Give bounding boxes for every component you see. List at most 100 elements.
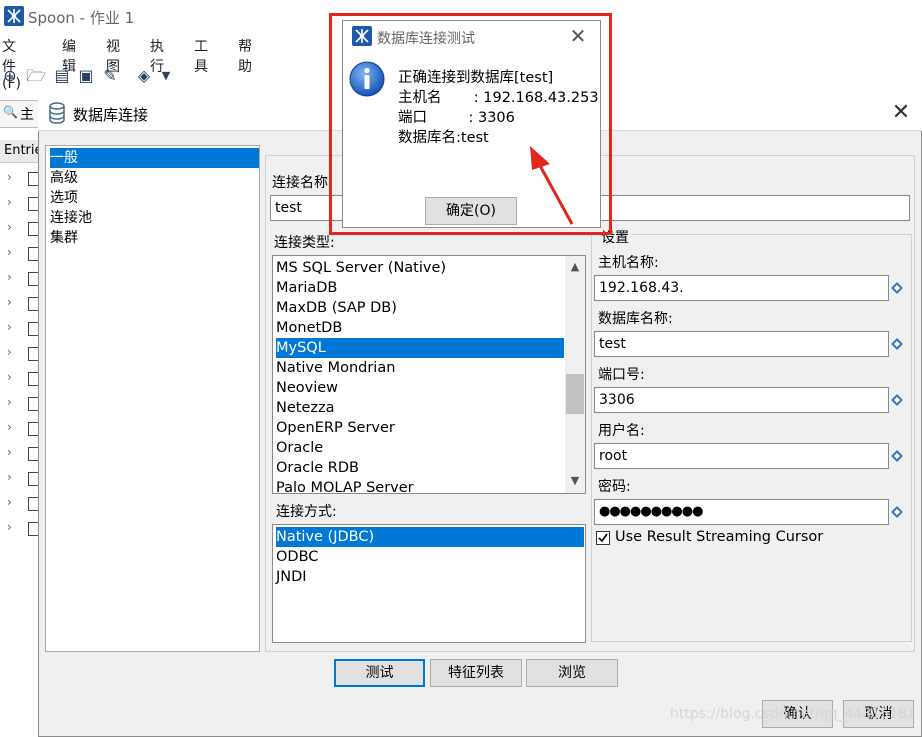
streaming-label: Use Result Streaming Cursor [615, 529, 824, 545]
menu-tools[interactable]: 工具 [194, 36, 208, 76]
explore-repository-icon[interactable]: ▤ [52, 66, 72, 86]
folder-icon [28, 522, 38, 536]
spoon-app-icon [4, 6, 24, 26]
expand-arrow-icon[interactable]: › [7, 420, 12, 434]
expand-arrow-icon[interactable]: › [7, 520, 12, 534]
expand-arrow-icon[interactable]: › [7, 295, 12, 309]
window-title: Spoon - 作业 1 [28, 9, 135, 27]
variable-diamond-icon[interactable] [891, 506, 903, 518]
test-button[interactable]: 测试 [334, 659, 425, 687]
dbname-label: 数据库名称: [598, 311, 673, 327]
category-item-general[interactable]: 一般 [50, 148, 259, 168]
folder-icon [28, 372, 38, 386]
expand-arrow-icon[interactable]: › [7, 395, 12, 409]
main-tree-tab[interactable]: 🔍 主 [0, 100, 39, 128]
chevron-down-icon[interactable]: ▼ [156, 66, 176, 86]
expand-arrow-icon[interactable]: › [7, 370, 12, 384]
list-item[interactable]: OpenERP Server [276, 418, 564, 438]
list-item-selected[interactable]: MySQL [276, 338, 564, 358]
host-input[interactable]: 192.168.43. [594, 275, 889, 301]
folder-icon [28, 197, 38, 211]
variable-diamond-icon[interactable] [891, 338, 903, 350]
expand-arrow-icon[interactable]: › [7, 470, 12, 484]
expand-arrow-icon[interactable]: › [7, 345, 12, 359]
feature-list-button[interactable]: 特征列表 [430, 659, 522, 687]
annotation-arrow-icon [530, 146, 574, 225]
list-item[interactable]: Oracle RDB [276, 458, 564, 478]
folder-icon [28, 347, 38, 361]
save-icon[interactable]: ▣ [76, 66, 96, 86]
list-item[interactable]: MS SQL Server (Native) [276, 258, 564, 278]
access-label: 连接方式: [276, 504, 337, 520]
dbname-input[interactable]: test [594, 331, 889, 357]
database-icon [48, 102, 68, 124]
expand-arrow-icon[interactable]: › [7, 245, 12, 259]
explore-button[interactable]: 浏览 [526, 659, 618, 687]
main-tree-tab-label: 主 [20, 107, 34, 123]
category-item-clustering[interactable]: 集群 [50, 228, 259, 248]
expand-arrow-icon[interactable]: › [7, 170, 12, 184]
host-label: 主机名称: [598, 255, 659, 271]
entries-tree: › › › › › › › › › › › › › › › [0, 168, 40, 548]
connection-type-label: 连接类型: [274, 235, 335, 251]
list-item-selected[interactable]: Native (JDBC) [276, 527, 584, 547]
scroll-down-icon[interactable]: ▼ [566, 472, 584, 490]
port-input[interactable]: 3306 [594, 387, 889, 413]
folder-icon [28, 447, 38, 461]
variable-diamond-icon[interactable] [891, 394, 903, 406]
folder-icon [28, 247, 38, 261]
list-item[interactable]: MaxDB (SAP DB) [276, 298, 564, 318]
watermark-text: https://blog.csdn.net/qq_44815181 [670, 706, 916, 722]
connection-name-label: 连接名称: [272, 175, 333, 191]
close-icon[interactable]: ✕ [888, 100, 914, 126]
folder-icon [28, 172, 38, 186]
expand-arrow-icon[interactable]: › [7, 495, 12, 509]
folder-icon [28, 322, 38, 336]
layers-icon[interactable]: ◈ [134, 66, 154, 86]
new-file-icon[interactable]: ⊕ [0, 66, 20, 86]
list-item[interactable]: Palo MOLAP Server [276, 478, 564, 493]
list-item[interactable]: Netezza [276, 398, 564, 418]
list-item[interactable]: Native Mondrian [276, 358, 564, 378]
vertical-scrollbar[interactable]: ▲ ▼ [565, 256, 585, 493]
entries-label: Entries [4, 143, 38, 158]
expand-arrow-icon[interactable]: › [7, 220, 12, 234]
menu-help[interactable]: 帮助 [238, 36, 252, 76]
folder-icon [28, 422, 38, 436]
list-item[interactable]: ODBC [276, 547, 584, 567]
folder-icon [28, 222, 38, 236]
username-label: 用户名: [598, 423, 645, 439]
variable-diamond-icon[interactable] [891, 450, 903, 462]
list-item[interactable]: Oracle [276, 438, 564, 458]
folder-icon [28, 272, 38, 286]
variable-diamond-icon[interactable] [891, 282, 903, 294]
scroll-up-icon[interactable]: ▲ [566, 258, 584, 276]
category-item-pooling[interactable]: 连接池 [50, 208, 259, 228]
category-list: 一般 高级 选项 连接池 集群 [45, 145, 260, 652]
expand-arrow-icon[interactable]: › [7, 445, 12, 459]
folder-icon [28, 397, 38, 411]
folder-icon [28, 297, 38, 311]
connection-type-list[interactable]: MS SQL Server (Native) MariaDB MaxDB (SA… [272, 255, 586, 494]
expand-arrow-icon[interactable]: › [7, 270, 12, 284]
access-method-list[interactable]: Native (JDBC) ODBC JNDI [272, 524, 586, 643]
expand-arrow-icon[interactable]: › [7, 320, 12, 334]
username-input[interactable]: root [594, 443, 889, 469]
category-item-options[interactable]: 选项 [50, 188, 259, 208]
list-item[interactable]: JNDI [276, 567, 584, 587]
expand-arrow-icon[interactable]: › [7, 195, 12, 209]
category-item-advanced[interactable]: 高级 [50, 168, 259, 188]
list-item[interactable]: Neoview [276, 378, 564, 398]
save-as-icon[interactable]: ✎ [100, 66, 120, 86]
db-dialog-title: 数据库连接 [73, 106, 149, 124]
streaming-checkbox[interactable] [596, 531, 610, 545]
password-label: 密码: [598, 479, 631, 495]
view-icon: 🔍 [3, 105, 18, 119]
open-folder-icon[interactable]: 🗁 [26, 66, 46, 86]
password-input[interactable]: ●●●●●●●●●● [594, 499, 889, 525]
port-label: 端口号: [598, 367, 645, 383]
list-item[interactable]: MariaDB [276, 278, 564, 298]
list-item[interactable]: MonetDB [276, 318, 564, 338]
folder-icon [28, 497, 38, 511]
scroll-thumb[interactable] [566, 374, 584, 414]
